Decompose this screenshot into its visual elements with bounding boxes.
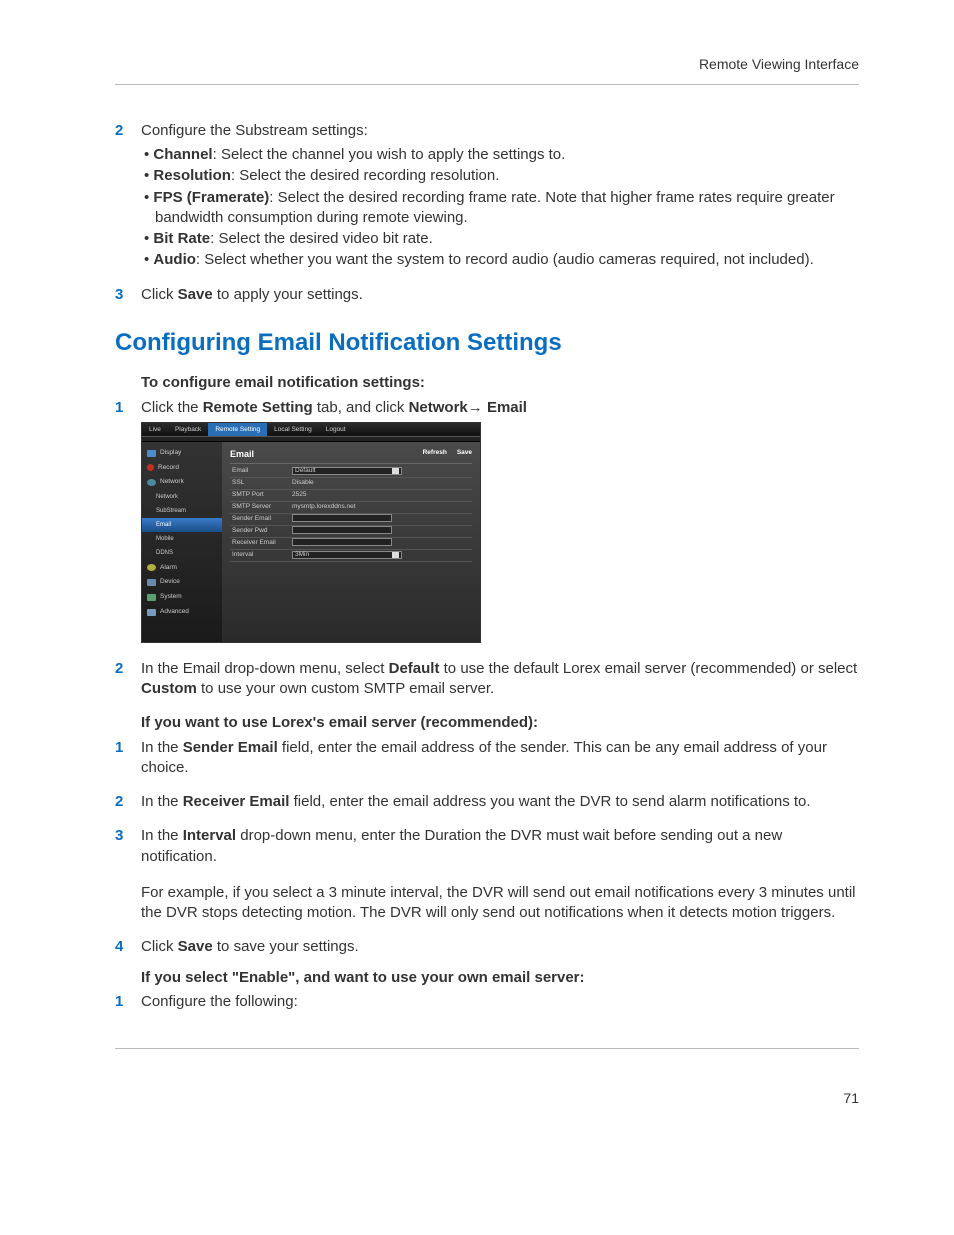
row-smtp-port: SMTP Port 2525 [230, 490, 472, 502]
receiver-email-input [292, 538, 392, 546]
step-number: 1 [115, 992, 141, 1012]
step-number: 4 [115, 937, 141, 957]
save-button: Save [457, 449, 472, 458]
side-system: System [142, 590, 222, 605]
side-network: Network [142, 475, 222, 490]
bullet-channel: • Channel: Select the channel you wish t… [141, 145, 859, 165]
device-icon [147, 579, 156, 586]
bullet-fps: • FPS (Framerate): Select the desired re… [141, 188, 859, 229]
step-d-1: 1 In the Sender Email field, enter the e… [115, 738, 859, 779]
step-c-2: 2 In the Email drop-down menu, select De… [115, 659, 859, 700]
record-icon [147, 464, 154, 471]
substream-bullets: • Channel: Select the channel you wish t… [141, 145, 859, 271]
alarm-icon [147, 564, 156, 571]
shot-tabbar: Live Playback Remote Setting Local Setti… [142, 423, 480, 436]
row-smtp-server: SMTP Server mysmtp.lorexddns.net [230, 502, 472, 514]
page-number: 71 [115, 1089, 859, 1108]
shot-main-panel: Email Refresh Save Email Default SSL Dis… [222, 442, 480, 642]
step-text: Configure the Substream settings: [141, 121, 859, 141]
network-icon [147, 479, 156, 486]
side-sub-network: Network [142, 490, 222, 504]
bullet-resolution: • Resolution: Select the desired recordi… [141, 166, 859, 186]
section-heading: Configuring Email Notification Settings [115, 327, 859, 359]
step-text: Click Save to apply your settings. [141, 285, 859, 305]
sender-pwd-input [292, 526, 392, 534]
bullet-bitrate: • Bit Rate: Select the desired video bit… [141, 229, 859, 249]
tab-remote-setting: Remote Setting [208, 423, 267, 436]
step-number: 2 [115, 659, 141, 700]
step-text: In the Email drop-down menu, select Defa… [141, 659, 859, 700]
refresh-button: Refresh [423, 449, 447, 458]
bullet-audio: • Audio: Select whether you want the sys… [141, 250, 859, 270]
step-number: 3 [115, 826, 141, 867]
step-d-3-example: For example, if you select a 3 minute in… [141, 883, 859, 924]
step-text: In the Receiver Email field, enter the e… [141, 792, 859, 812]
step-number: 1 [115, 398, 141, 418]
email-select: Default [292, 467, 402, 475]
display-icon [147, 450, 156, 457]
step-number: 2 [115, 792, 141, 812]
side-sub-substream: SubStream [142, 504, 222, 518]
side-advanced: Advanced [142, 605, 222, 620]
row-receiver-email: Receiver Email [230, 538, 472, 550]
row-sender-email: Sender Email [230, 514, 472, 526]
email-settings-screenshot: Live Playback Remote Setting Local Setti… [141, 422, 481, 643]
panel-title: Email [230, 448, 254, 460]
header-rule [115, 84, 859, 85]
step-e-1: 1 Configure the following: [115, 992, 859, 1012]
side-display: Display [142, 446, 222, 461]
row-sender-pwd: Sender Pwd [230, 526, 472, 538]
side-alarm: Alarm [142, 561, 222, 576]
interval-select: 3Min [292, 551, 402, 559]
chevron-down-icon [392, 468, 399, 474]
step-text: In the Sender Email field, enter the ema… [141, 738, 859, 779]
step-text: Click the Remote Setting tab, and click … [141, 398, 859, 418]
side-sub-email: Email [142, 518, 222, 532]
row-ssl: SSL Disable [230, 478, 472, 490]
advanced-icon [147, 609, 156, 616]
side-device: Device [142, 575, 222, 590]
tab-logout: Logout [319, 423, 353, 436]
row-email: Email Default [230, 466, 472, 478]
step-number: 3 [115, 285, 141, 305]
step-number: 1 [115, 738, 141, 779]
subheading-enable-own-server: If you select "Enable", and want to use … [141, 968, 859, 988]
step-text: Click Save to save your settings. [141, 937, 859, 957]
tab-local-setting: Local Setting [267, 423, 319, 436]
chevron-down-icon [392, 552, 399, 558]
step-d-3: 3 In the Interval drop-down menu, enter … [115, 826, 859, 867]
step-a-3: 3 Click Save to apply your settings. [115, 285, 859, 305]
side-sub-ddns: DDNS [142, 546, 222, 560]
footer-rule [115, 1048, 859, 1049]
step-d-4: 4 Click Save to save your settings. [115, 937, 859, 957]
step-text: Configure the following: [141, 992, 859, 1012]
step-b-1: 1 Click the Remote Setting tab, and clic… [115, 398, 859, 418]
row-interval: Interval 3Min [230, 550, 472, 562]
side-sub-mobile: Mobile [142, 532, 222, 546]
side-record: Record [142, 461, 222, 476]
step-number: 2 [115, 121, 141, 141]
tab-playback: Playback [168, 423, 208, 436]
sender-email-input [292, 514, 392, 522]
shot-sidebar: Display Record Network Network SubStream… [142, 442, 222, 642]
system-icon [147, 594, 156, 601]
step-a-2: 2 Configure the Substream settings: [115, 121, 859, 141]
step-d-2: 2 In the Receiver Email field, enter the… [115, 792, 859, 812]
subheading-configure-email: To configure email notification settings… [141, 373, 859, 393]
tab-live: Live [142, 423, 168, 436]
step-text: In the Interval drop-down menu, enter th… [141, 826, 859, 867]
subheading-lorex-server: If you want to use Lorex's email server … [141, 713, 859, 733]
running-header: Remote Viewing Interface [115, 55, 859, 74]
